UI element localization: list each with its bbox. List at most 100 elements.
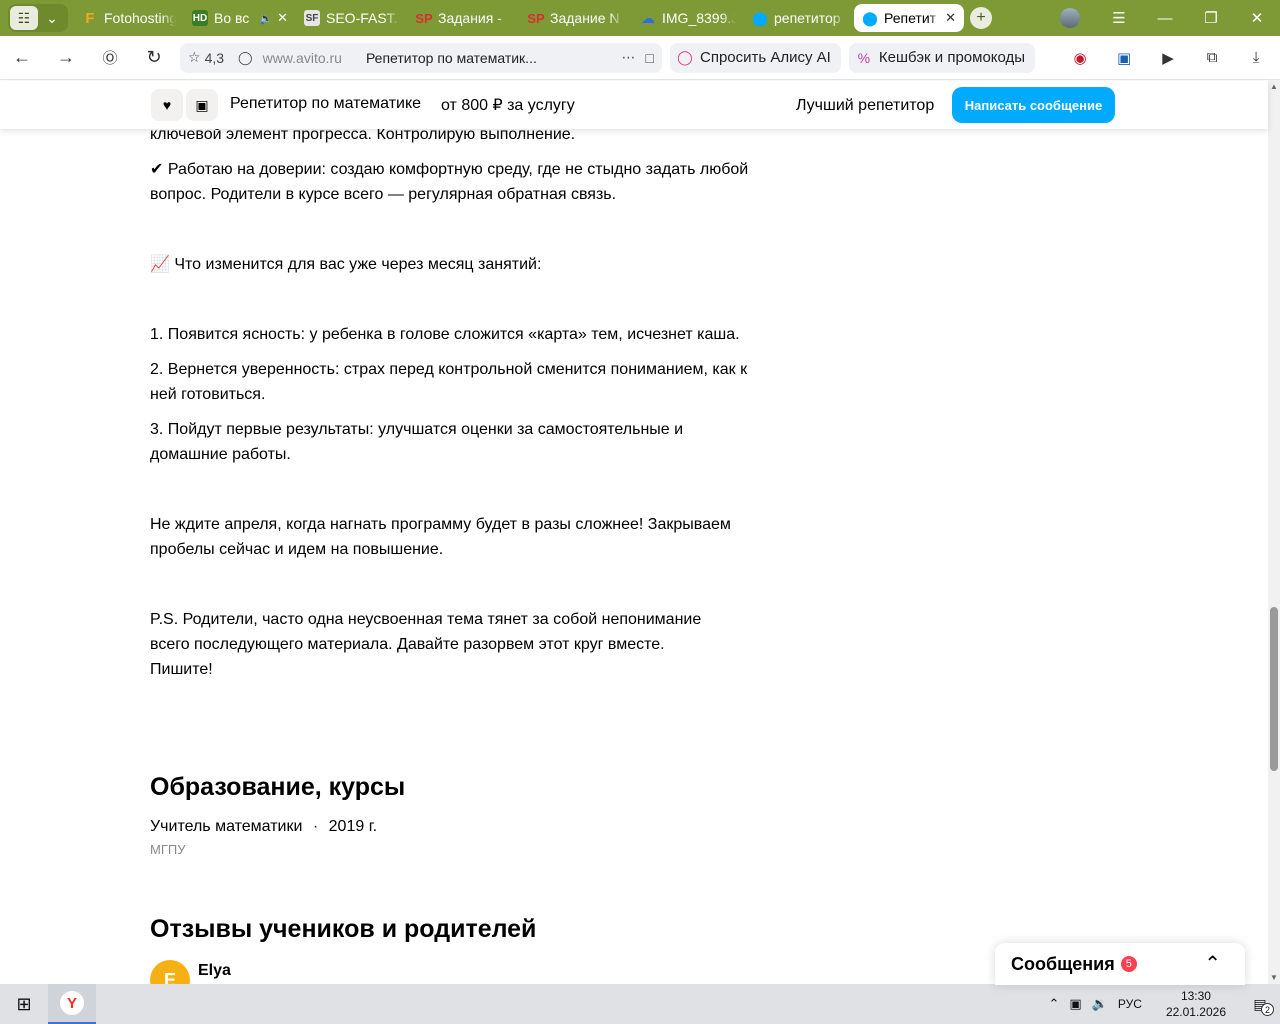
tab-title: репетитор [774,10,841,26]
messages-widget[interactable]: Сообщения 5 ⌃ [995,943,1245,985]
chevron-up-icon[interactable]: ⌃ [1204,951,1221,976]
education-title: Учитель математики [150,818,303,835]
write-message-button[interactable]: Написать сообщение [952,87,1115,123]
minimize-icon[interactable]: — [1142,0,1188,36]
profile-avatar-icon[interactable] [1060,8,1080,28]
vertical-scrollbar[interactable]: ▲ ▼ [1268,80,1280,984]
address-bar[interactable]: ☆ 4,3 ◯ www.avito.ru Репетитор по матема… [180,42,662,73]
sticky-header: ♥ ▣ Репетитор по математике от 800 ₽ за … [0,81,1268,129]
extension-shield-icon[interactable]: ◉ [1065,43,1095,73]
close-window-icon[interactable]: ✕ [1234,0,1280,36]
forward-arrow-icon[interactable]: → [44,36,88,80]
alice-icon: ◯ [677,49,693,65]
description-paragraph: 3. Пойдут первые результаты: улучшатся о… [150,421,684,463]
tab-fotohosting[interactable]: F Fotohosting [74,4,184,32]
tab-title: SEO-FAST. [326,10,398,26]
yandex-logo-icon: Y [60,991,84,1015]
audio-playing-icon[interactable]: 🔈 [259,12,273,25]
reviews-heading: Отзывы учеников и родителей [150,915,537,943]
yandex-icon[interactable]: Ⓞ [88,36,132,80]
url-text[interactable]: www.avito.ru [263,50,342,66]
tab-title: Задание N [550,10,620,26]
scroll-up-arrow-icon[interactable]: ▲ [1268,82,1280,91]
notification-count: 2 [1261,1003,1274,1016]
description-paragraph: 📈 Что изменится для вас уже через месяц … [150,256,542,273]
yandex-browser-taskbar-icon[interactable]: Y [48,984,96,1024]
ask-alice-button[interactable]: ◯ Спросить Алису AI [670,42,841,73]
notifications-icon[interactable]: ▤ 2 [1240,984,1280,1024]
listing-price: от 800 ₽ за услугу [441,97,575,114]
description-paragraph: 1. Появится ясность: у ребенка в голове … [150,326,740,343]
tab-list: F Fotohosting HD Во вс 🔈 ✕ SF SEO-FAST. … [74,0,992,36]
scrollbar-thumb[interactable] [1270,607,1278,771]
cashback-label: Кешбэк и промокоды [878,49,1026,66]
shield-icon[interactable]: ◯ [238,50,253,66]
tab-zadaniya[interactable]: SP Задания - [408,4,520,32]
sidebar-toggle-icon[interactable]: ☷ [10,6,38,30]
sp-favicon-icon: SP [415,10,433,26]
avito-favicon-icon: ⬤ [862,9,878,26]
extension-translate-icon[interactable]: ▣ [1109,43,1139,73]
windows-start-icon[interactable]: ⊞ [0,984,48,1024]
tab-title: Задания - [438,10,502,26]
menu-icon[interactable]: ☰ [1096,0,1142,36]
cloud-favicon-icon: ☁ [641,9,655,26]
tab-video[interactable]: HD Во вс 🔈 ✕ [184,4,296,32]
education-institution: МГПУ [150,842,186,857]
reload-icon[interactable]: ↻ [132,36,176,80]
education-year: 2019 г. [328,818,378,835]
browser-tab-strip: ☷ ⌄ F Fotohosting HD Во вс 🔈 ✕ SF SEO-FA… [0,0,1280,36]
description-paragraph: ✔ Работаю на доверии: создаю комфортную … [150,161,749,203]
sp-favicon-icon: SP [527,10,545,26]
download-icon[interactable]: ⤓ [1241,43,1271,73]
education-entry: Учитель математики · 2019 г. [150,818,377,836]
hd-favicon-icon: HD [192,10,208,26]
close-tab-icon[interactable]: ✕ [945,10,956,26]
note-icon[interactable]: ▣ [186,89,218,121]
tab-img[interactable]: ☁ IMG_8399.J [632,4,744,32]
tab-group-controls: ☷ ⌄ [8,4,68,32]
tab-zadanie[interactable]: SP Задание N [520,4,632,32]
star-icon: ☆ [188,49,201,65]
scroll-down-arrow-icon[interactable]: ▼ [1268,973,1280,982]
chevron-down-icon[interactable]: ⌄ [38,6,66,30]
window-controls: ☰ — ❐ ✕ [1060,0,1280,36]
input-language[interactable]: РУС [1118,997,1142,1011]
favorite-heart-icon[interactable]: ♥ [151,89,183,121]
bookmark-icon[interactable]: □ [646,50,654,66]
more-icon[interactable]: ⋯ [622,49,636,66]
cashback-button[interactable]: % Кешбэк и промокоды [848,42,1036,73]
clock[interactable]: 13:30 22.01.2026 [1166,988,1226,1020]
seo-fast-favicon-icon: SF [304,10,320,26]
collections-icon[interactable]: ⧉ [1197,43,1227,73]
best-tutor-label: Лучший репетитор [796,97,935,114]
tab-title: Fotohosting [104,10,176,26]
tab-seo-fast[interactable]: SF SEO-FAST. [296,4,408,32]
avito-favicon-icon: ⬤ [752,9,768,26]
extension-play-icon[interactable]: ▶ [1153,43,1183,73]
site-rating[interactable]: 4,3 [205,50,224,66]
description-paragraph: P.S. Родители, часто одна неусвоенная те… [150,611,702,678]
page-title-in-address[interactable]: Репетитор по математик... [366,50,612,66]
education-heading: Образование, курсы [150,773,406,801]
back-arrow-icon[interactable]: ← [0,36,44,80]
restore-icon[interactable]: ❐ [1188,0,1234,36]
close-tab-icon[interactable]: ✕ [277,10,288,26]
tab-title: Репетит [884,10,937,26]
new-tab-icon[interactable]: + [970,7,992,29]
tab-repetitor-active[interactable]: ⬤ Репетит ✕ [854,4,964,32]
network-icon[interactable]: ▣ [1069,996,1081,1012]
description-paragraph: Не ждите апреля, когда нагнать программу… [150,516,731,558]
ask-alice-label: Спросить Алису AI [700,49,831,66]
clock-date: 22.01.2026 [1165,1005,1226,1019]
tab-title: IMG_8399.J [662,10,736,26]
taskbar: ⊞ Y ⌃ ▣ 🔉 РУС 13:30 22.01.2026 ▤ 2 [0,984,1280,1024]
unread-count-badge: 5 [1120,956,1137,972]
tab-title: Во вс [214,10,250,26]
messages-label: Сообщения [1011,953,1115,974]
tab-repetitor-search[interactable]: ⬤ репетитор [744,4,854,32]
tray-chevron-up-icon[interactable]: ⌃ [1049,996,1060,1012]
description-paragraph: 2. Вернется уверенность: страх перед кон… [150,361,748,403]
browser-toolbar: ← → Ⓞ ↻ ☆ 4,3 ◯ www.avito.ru Репетитор п… [0,36,1280,80]
volume-icon[interactable]: 🔉 [1092,996,1108,1012]
